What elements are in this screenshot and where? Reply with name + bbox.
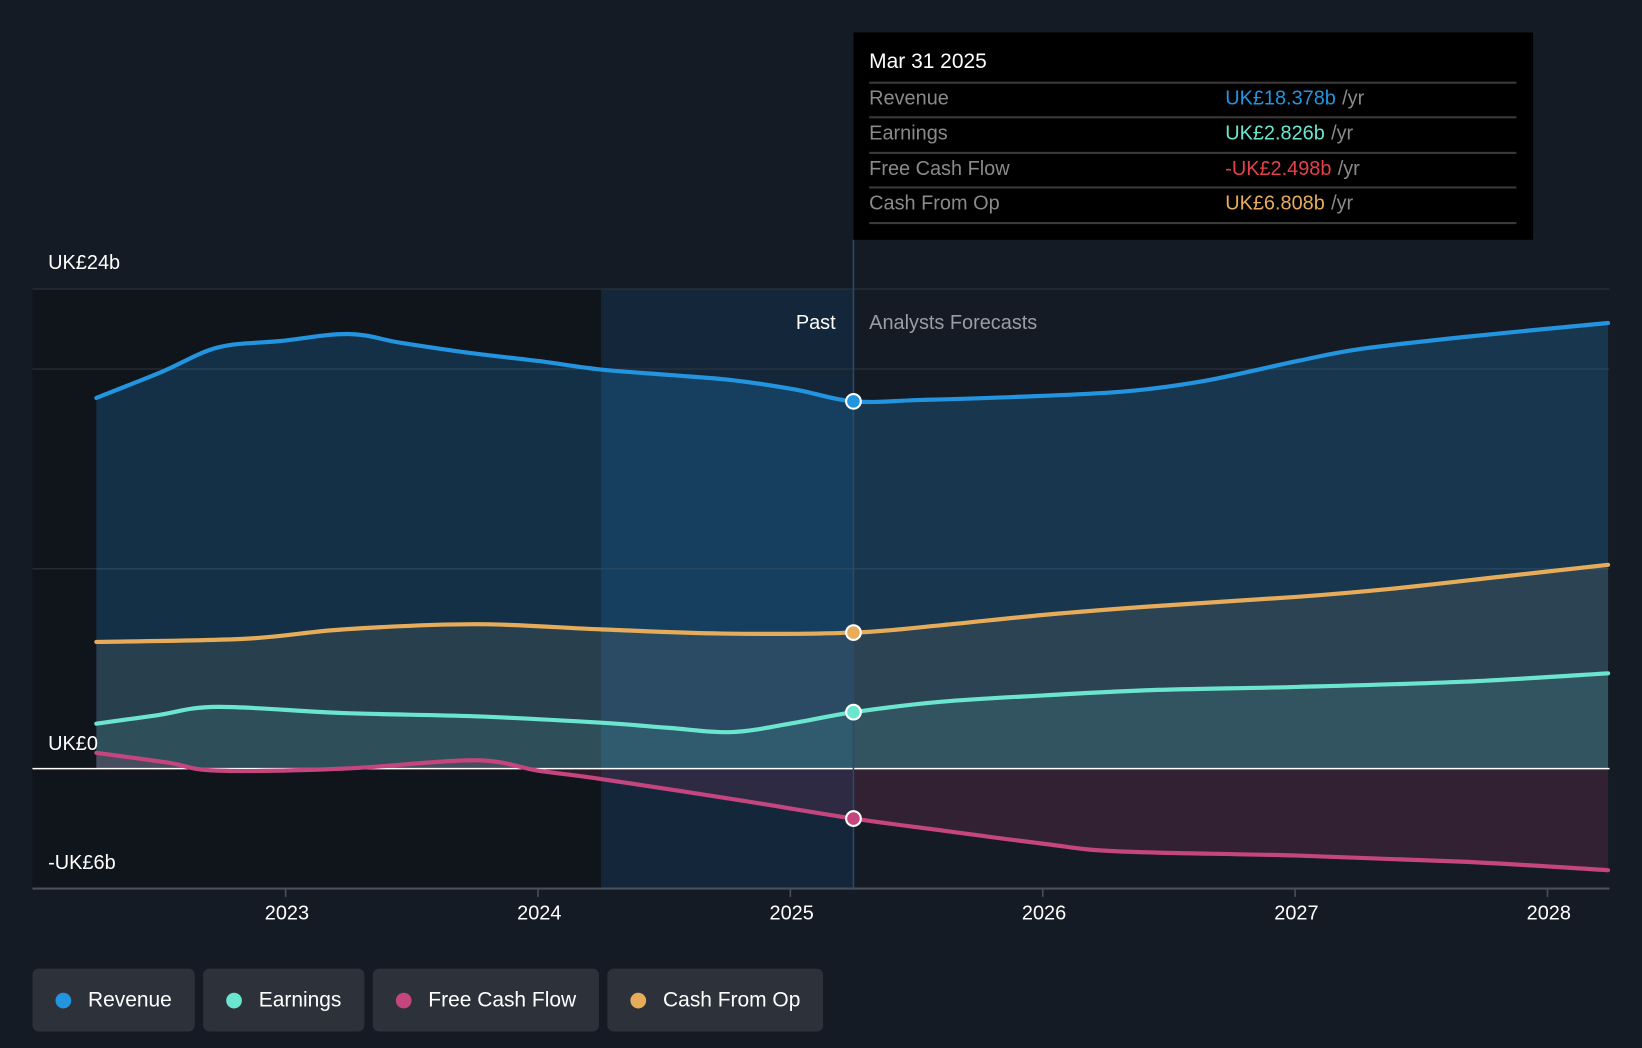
tooltip: Mar 31 2025 Revenue UK£18.378b/yr Earnin… [853, 32, 1534, 240]
value-text: -UK£2.498b [1225, 158, 1332, 181]
cfo-dot-icon [630, 992, 647, 1008]
y-tick-label: UK£0 [48, 733, 98, 756]
tooltip-label: Free Cash Flow [869, 158, 1010, 181]
legend-label: Cash From Op [663, 988, 801, 1012]
legend-item-free-cash-flow[interactable]: Free Cash Flow [372, 968, 600, 1032]
x-tick-label: 2026 [1021, 902, 1067, 925]
tooltip-label: Earnings [869, 122, 948, 145]
tooltip-label: Cash From Op [869, 192, 1000, 215]
value-text: UK£6.808b [1225, 192, 1325, 215]
unit-text: /yr [1337, 158, 1360, 181]
y-tick-label: -UK£6b [48, 852, 116, 875]
tooltip-date: Mar 31 2025 [869, 50, 987, 74]
legend: Revenue Earnings Free Cash Flow Cash Fro… [32, 968, 824, 1032]
divider [869, 222, 1517, 225]
tooltip-value: -UK£2.498b/yr [1225, 158, 1360, 181]
earnings-dot-icon [226, 992, 242, 1008]
marker-earnings [845, 703, 862, 721]
unit-text: /yr [1331, 192, 1354, 215]
unit-text: /yr [1342, 87, 1365, 110]
tooltip-row-earnings: Earnings UK£2.826b/yr [869, 116, 1517, 153]
legend-item-revenue[interactable]: Revenue [32, 968, 195, 1032]
x-tick-label: 2024 [517, 902, 562, 925]
x-tick-label: 2028 [1526, 902, 1571, 925]
legend-item-cash-from-op[interactable]: Cash From Op [607, 968, 824, 1032]
legend-label: Free Cash Flow [428, 988, 577, 1012]
tooltip-value: UK£2.826b/yr [1225, 123, 1353, 146]
forecast-label: Analysts Forecasts [869, 312, 1038, 335]
x-tick-label: 2027 [1274, 902, 1319, 925]
tooltip-value: UK£6.808b/yr [1225, 193, 1353, 216]
marker-cash-from-op [845, 624, 862, 641]
x-tick-label: 2025 [769, 902, 814, 925]
tooltip-row-cfo: Cash From Op UK£6.808b/yr [869, 186, 1517, 223]
legend-item-earnings[interactable]: Earnings [203, 968, 365, 1032]
chart-stage: UK£24b UK£0 -UK£6b 2023 2024 2025 2026 2… [0, 0, 1642, 1048]
tooltip-row-fcf: Free Cash Flow -UK£2.498b/yr [869, 151, 1517, 189]
past-label: Past [795, 312, 836, 335]
tooltip-value: UK£18.378b/yr [1225, 88, 1364, 111]
value-text: UK£2.826b [1225, 122, 1325, 145]
fcf-dot-icon [395, 992, 412, 1008]
legend-label: Earnings [258, 988, 342, 1012]
unit-text: /yr [1331, 122, 1354, 145]
tooltip-label: Revenue [869, 87, 949, 110]
marker-revenue [845, 393, 862, 410]
tooltip-row-revenue: Revenue UK£18.378b/yr [869, 81, 1517, 119]
revenue-dot-icon [55, 992, 72, 1008]
marker-free-cash-flow [845, 810, 862, 827]
legend-label: Revenue [87, 988, 172, 1012]
x-tick-label: 2023 [264, 902, 310, 925]
y-tick-label: UK£24b [48, 252, 121, 275]
value-text: UK£18.378b [1225, 87, 1336, 110]
